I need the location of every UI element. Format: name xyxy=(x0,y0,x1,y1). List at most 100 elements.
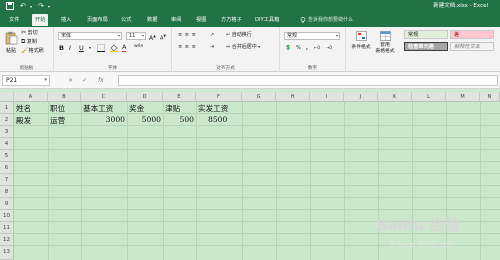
name-box[interactable]: P21 ▾ xyxy=(2,75,50,86)
increase-decimal-button[interactable]: ←0 xyxy=(314,44,320,52)
column-header-k[interactable]: K xyxy=(378,92,412,102)
shrink-font-button[interactable]: A▼ xyxy=(160,32,166,43)
column-header-d[interactable]: D xyxy=(127,92,163,102)
cell-b2[interactable]: 运营 xyxy=(50,115,65,126)
row-header-11[interactable]: 11 xyxy=(0,222,14,234)
format-painter-button[interactable]: 🖌格式刷 xyxy=(21,47,44,55)
style-normal[interactable]: 常规 xyxy=(404,30,448,39)
column-header-g[interactable]: G xyxy=(242,92,276,102)
chevron-down-icon: ▾ xyxy=(44,77,47,83)
column-header-e[interactable]: E xyxy=(163,92,196,102)
style-check-cell[interactable]: 检查单元格 xyxy=(404,42,448,51)
tab-home[interactable]: 开始 xyxy=(32,14,49,26)
number-format-select[interactable]: 常规 ▾ xyxy=(284,32,340,40)
column-header-a[interactable]: A xyxy=(14,92,48,102)
cell-e2[interactable]: 500 xyxy=(163,115,195,124)
cell-f1[interactable]: 实发工资 xyxy=(198,103,228,114)
font-name-value: 宋体 xyxy=(61,33,72,39)
font-color-button[interactable]: A xyxy=(122,43,127,52)
column-header-f[interactable]: F xyxy=(196,92,242,102)
row-header-13[interactable]: 13 xyxy=(0,246,14,260)
row-header-12[interactable]: 12 xyxy=(0,234,14,246)
font-name-select[interactable]: 宋体 ▾ xyxy=(58,32,122,40)
style-explanatory[interactable]: 解释性文本 xyxy=(450,42,494,51)
decrease-decimal-button[interactable]: →0 xyxy=(326,44,332,52)
tab-insert[interactable]: 插入 xyxy=(58,14,74,26)
borders-button[interactable] xyxy=(97,44,105,55)
tab-formulas[interactable]: 公式 xyxy=(118,14,134,26)
conditional-format-button[interactable]: 条件格式 xyxy=(350,31,372,51)
merge-center-button[interactable]: ⇔ 合并后居中 ▾ xyxy=(226,43,260,51)
grow-font-button[interactable]: A▲ xyxy=(149,32,156,43)
row-header-2[interactable]: 2 xyxy=(0,114,14,126)
underline-button[interactable]: U xyxy=(79,44,84,52)
row-header-5[interactable]: 5 xyxy=(0,150,14,162)
column-header-j[interactable]: J xyxy=(344,92,378,102)
comma-button[interactable]: , xyxy=(306,44,308,52)
cell-b1[interactable]: 职位 xyxy=(50,103,65,114)
cell-e1[interactable]: 津贴 xyxy=(165,103,180,114)
tab-review[interactable]: 审阅 xyxy=(168,14,184,26)
tab-data[interactable]: 数据 xyxy=(144,14,160,26)
style-bad[interactable]: 差 xyxy=(450,30,494,39)
cell-a2[interactable]: 殿发 xyxy=(16,115,31,126)
cell-c2[interactable]: 3000 xyxy=(81,115,125,124)
percent-button[interactable]: % xyxy=(296,44,301,52)
italic-button[interactable]: I xyxy=(69,44,71,52)
cancel-entry-button[interactable]: × xyxy=(68,75,73,86)
number-group: 常规 ▾ 💲 % , ←0 →0 数字 xyxy=(280,27,346,72)
tab-diy-toolbox[interactable]: DIY工具箱 xyxy=(252,14,282,26)
column-header-l[interactable]: L xyxy=(412,92,446,102)
ribbon-home: 粘贴 ✂ 剪切 ⧉ 复制 🖌格式刷 剪贴板 宋体 ▾ 11 ▾ A▲ A▼ B I … xyxy=(0,27,500,72)
wrap-text-button[interactable]: ↵ 自动换行 xyxy=(226,31,252,39)
tab-fangfang[interactable]: 方方格子 xyxy=(218,14,245,26)
fill-color-button[interactable] xyxy=(110,44,118,55)
phonetic-button[interactable]: wén xyxy=(134,43,143,51)
row-header-10[interactable]: 10 xyxy=(0,210,14,222)
bold-button[interactable]: B xyxy=(59,44,64,52)
merge-center-label: 合并后居中 xyxy=(231,44,257,50)
insert-function-button[interactable]: fx xyxy=(98,75,104,86)
scissors-icon: ✂ xyxy=(21,29,27,36)
cell-c1[interactable]: 基本工资 xyxy=(83,103,113,114)
confirm-entry-button[interactable]: ✓ xyxy=(82,75,87,86)
row-header-3[interactable]: 3 xyxy=(0,126,14,138)
cut-button[interactable]: ✂ 剪切 xyxy=(21,29,38,37)
row-header-9[interactable]: 9 xyxy=(0,198,14,210)
select-all-corner[interactable] xyxy=(0,92,14,102)
cell-f2[interactable]: 8500 xyxy=(208,115,227,124)
row-header-4[interactable]: 4 xyxy=(0,138,14,150)
copy-button[interactable]: ⧉ 复制 xyxy=(21,38,37,46)
tell-me-search[interactable]: 告诉我你想要做什么 xyxy=(300,14,353,26)
orientation-button[interactable]: ↗ xyxy=(210,31,214,39)
align-horizontal-buttons[interactable]: ≡ ≡ ≡ xyxy=(178,43,196,51)
column-header-n[interactable]: N xyxy=(480,92,500,102)
column-header-h[interactable]: H xyxy=(276,92,310,102)
column-header-m[interactable]: M xyxy=(446,92,480,102)
cell-d2[interactable]: 5000 xyxy=(127,115,161,124)
column-header-b[interactable]: B xyxy=(48,92,81,102)
column-header-i[interactable]: I xyxy=(310,92,344,102)
clipboard-group: 粘贴 ✂ 剪切 ⧉ 复制 🖌格式刷 剪贴板 xyxy=(0,27,54,72)
paste-button[interactable]: 粘贴 xyxy=(3,31,19,54)
row-header-1[interactable]: 1 xyxy=(0,102,14,114)
gridline xyxy=(14,149,500,150)
cell-d1[interactable]: 奖金 xyxy=(129,103,144,114)
format-as-table-button[interactable]: 套用 表格格式 xyxy=(374,31,396,55)
align-top-buttons[interactable]: ≡ ≡ ≡ xyxy=(178,31,196,39)
tab-file[interactable]: 文件 xyxy=(6,14,22,26)
underline-dropdown-icon[interactable]: ▾ xyxy=(89,44,91,52)
row-header-6[interactable]: 6 xyxy=(0,162,14,174)
formula-input[interactable] xyxy=(118,75,498,86)
font-size-select[interactable]: 11 ▾ xyxy=(126,32,146,40)
cell-a1[interactable]: 姓名 xyxy=(16,103,31,114)
styles-group: 条件格式 套用 表格格式 常规 差 检查单元格 解释性文本 xyxy=(346,27,500,72)
currency-button[interactable]: 💲 xyxy=(285,44,291,52)
indent-button[interactable]: ⇥ xyxy=(210,43,214,51)
tab-view[interactable]: 视图 xyxy=(193,14,209,26)
row-header-8[interactable]: 8 xyxy=(0,186,14,198)
column-header-c[interactable]: C xyxy=(81,92,127,102)
row-header-7[interactable]: 7 xyxy=(0,174,14,186)
tab-page-layout[interactable]: 页面布局 xyxy=(84,14,111,26)
copy-label: 复制 xyxy=(26,39,37,45)
